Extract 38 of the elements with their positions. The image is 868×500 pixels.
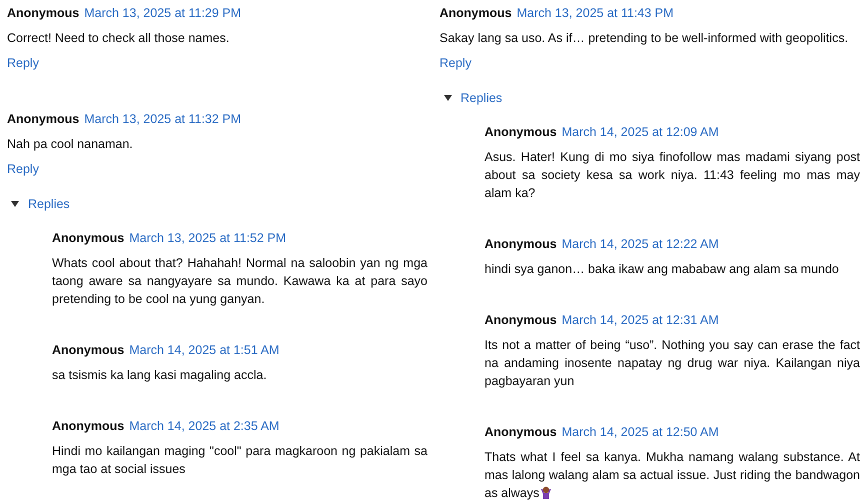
comment-date-link[interactable]: March 14, 2025 at 2:35 AM bbox=[129, 417, 280, 435]
author-name: Anonymous bbox=[52, 418, 124, 435]
reply-link[interactable]: Reply bbox=[440, 54, 472, 72]
comment-text: Asus. Hater! Kung di mo siya finofollow mas madami siyang post about sa society kesa sa work niya. 11:43 feeling mo mas may alam ka? bbox=[484, 149, 860, 202]
comment-date-link[interactable]: March 13, 2025 at 11:52 PM bbox=[129, 229, 286, 247]
comment-date-link[interactable]: March 14, 2025 at 12:09 AM bbox=[562, 123, 719, 141]
author-name: Anonymous bbox=[484, 124, 557, 141]
comment-text: Sakay lang sa uso. As if… pretending to be well-informed with geopolitics. bbox=[440, 30, 850, 47]
author-name: Anonymous bbox=[7, 5, 80, 22]
comment-date-link[interactable]: March 13, 2025 at 11:29 PM bbox=[84, 4, 242, 22]
caret-down-icon[interactable] bbox=[11, 201, 19, 207]
comment-text: Hindi mo kailangan maging "cool" para magkaroon ng pakialam sa mga tao at social issues bbox=[52, 443, 428, 478]
comment-text: Nah pa cool nanaman. bbox=[7, 136, 134, 153]
comment-text: Correct! Need to check all those names. bbox=[7, 30, 230, 47]
comment-text: sa tsismis ka lang kasi magaling accla. bbox=[52, 367, 268, 384]
comment-date-link[interactable]: March 14, 2025 at 12:31 AM bbox=[562, 311, 719, 329]
replies-toggle[interactable]: Replies bbox=[460, 89, 502, 107]
reply-link[interactable]: Reply bbox=[7, 54, 39, 72]
author-name: Anonymous bbox=[484, 312, 557, 329]
comment-date-link[interactable]: March 14, 2025 at 12:22 AM bbox=[562, 235, 719, 253]
comment-text: Whats cool about that? Hahahah! Normal na saloobin yan ng mga taong aware sa nangyayare sa mundo. Kawawa ka at para sayo pretending to be cool na yung ganyan. bbox=[52, 255, 428, 308]
author-name: Anonymous bbox=[440, 5, 512, 22]
comment-text: Thats what I feel sa kanya. Mukha namang walang substance. At mas lalong walang alam sa actual issue. Just riding the bandwagon as always bbox=[484, 449, 860, 500]
comment-date-link[interactable]: March 13, 2025 at 11:43 PM bbox=[516, 4, 674, 22]
author-name: Anonymous bbox=[52, 342, 124, 359]
comment-text: hindi sya ganon… baka ikaw ang mababaw ang alam sa mundo bbox=[484, 261, 840, 278]
author-name: Anonymous bbox=[484, 236, 557, 253]
comment-text: Its not a matter of being “uso”. Nothing you say can erase the fact na andaming inosente napatay ng drug war niya. Kailangan niya pagbayaran yun bbox=[484, 337, 860, 390]
author-name: Anonymous bbox=[7, 111, 80, 128]
author-name: Anonymous bbox=[52, 230, 124, 247]
comment-date-link[interactable]: March 13, 2025 at 11:32 PM bbox=[84, 110, 242, 128]
author-name: Anonymous bbox=[484, 424, 557, 441]
caret-down-icon[interactable] bbox=[444, 95, 452, 101]
reply-link[interactable]: Reply bbox=[7, 160, 39, 178]
comment-date-link[interactable]: March 14, 2025 at 1:51 AM bbox=[129, 341, 280, 359]
person-shrugging-icon bbox=[539, 485, 554, 499]
comment-date-link[interactable]: March 14, 2025 at 12:50 AM bbox=[562, 423, 719, 441]
replies-toggle[interactable]: Replies bbox=[28, 195, 70, 213]
